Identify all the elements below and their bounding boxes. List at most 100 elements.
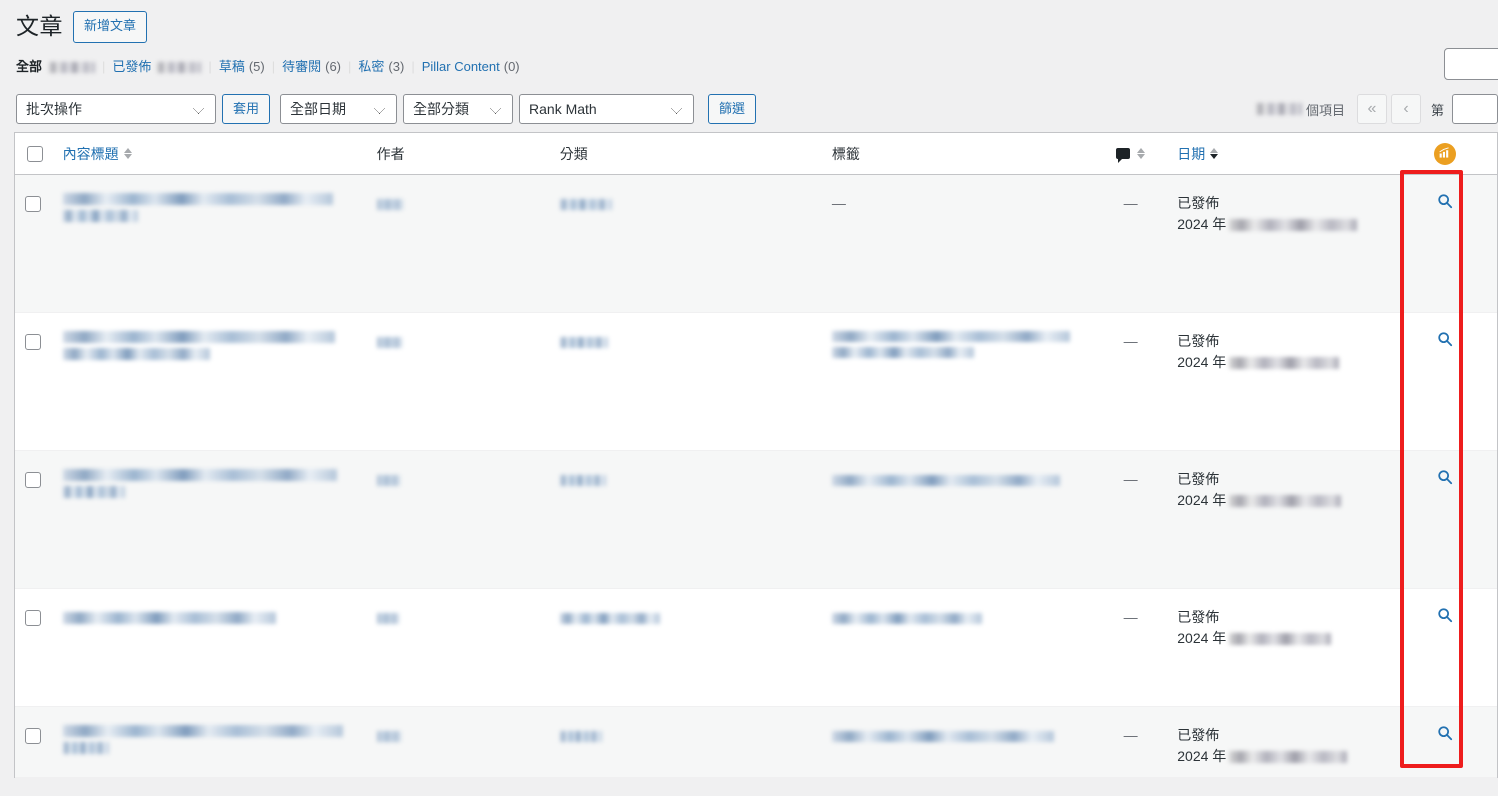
- status-link-pillar-content[interactable]: Pillar Content (0): [422, 54, 520, 80]
- post-title-redacted[interactable]: [62, 612, 276, 625]
- row-title-cell[interactable]: [52, 707, 367, 778]
- post-author-redacted: [376, 336, 402, 348]
- post-comments-count: —: [1123, 471, 1138, 487]
- status-separator: |: [208, 59, 212, 74]
- row-categories-cell[interactable]: [549, 313, 822, 451]
- table-row[interactable]: — 已發佈 2024 年: [15, 707, 1497, 778]
- select-all-checkbox[interactable]: [27, 146, 43, 163]
- column-header-tags: 標籤: [821, 133, 1095, 175]
- row-title-cell[interactable]: [52, 313, 367, 451]
- comment-bubble-icon: [1116, 147, 1131, 163]
- sort-by-comments-link[interactable]: [1116, 147, 1146, 163]
- row-select-cell: [15, 707, 53, 778]
- current-page-input[interactable]: [1452, 94, 1498, 124]
- row-rank-math-cell[interactable]: [1392, 707, 1497, 778]
- magnifier-icon[interactable]: [1437, 331, 1453, 353]
- row-tags-cell[interactable]: [821, 451, 1095, 589]
- row-select-checkbox[interactable]: [25, 728, 41, 745]
- post-date-prefix: 2024 年: [1177, 630, 1227, 646]
- row-title-cell[interactable]: [52, 589, 367, 707]
- magnifier-icon[interactable]: [1437, 469, 1453, 491]
- column-header-date[interactable]: 日期: [1167, 133, 1393, 175]
- row-categories-cell[interactable]: [549, 589, 822, 707]
- status-link-pending[interactable]: 待審閱 (6) |: [282, 54, 358, 80]
- sort-by-date-link[interactable]: 日期: [1177, 144, 1219, 164]
- post-tags-redacted: [831, 730, 1054, 742]
- post-title-redacted[interactable]: [62, 725, 357, 754]
- table-row[interactable]: — — 已發佈 2024 年: [15, 175, 1497, 313]
- row-categories-cell[interactable]: [549, 707, 822, 778]
- row-rank-math-cell[interactable]: [1392, 589, 1497, 707]
- table-header-row: 內容標題 作者 分類 標籤 日期: [15, 133, 1497, 175]
- post-date-line: 2024 年: [1177, 746, 1382, 767]
- row-rank-math-cell[interactable]: [1392, 451, 1497, 589]
- column-header-tags-label: 標籤: [831, 145, 860, 162]
- add-new-post-button[interactable]: 新增文章: [73, 11, 148, 43]
- row-title-cell[interactable]: [52, 451, 367, 589]
- column-header-categories-label: 分類: [559, 145, 588, 162]
- row-tags-cell[interactable]: [821, 589, 1095, 707]
- post-author-redacted: [376, 612, 399, 624]
- row-author-cell[interactable]: [366, 313, 550, 451]
- first-page-button[interactable]: «: [1356, 94, 1387, 124]
- row-select-cell: [15, 451, 53, 589]
- post-date-redacted: [1229, 218, 1358, 231]
- row-tags-cell[interactable]: [821, 313, 1095, 451]
- row-author-cell[interactable]: [366, 707, 550, 778]
- row-rank-math-cell[interactable]: [1392, 313, 1497, 451]
- row-author-cell[interactable]: [366, 589, 550, 707]
- bulk-actions-group: 批次操作 套用: [16, 94, 271, 124]
- apply-button[interactable]: 套用: [222, 94, 271, 124]
- column-header-comments[interactable]: [1094, 133, 1168, 175]
- post-title-redacted[interactable]: [62, 331, 357, 360]
- table-row[interactable]: — 已發佈 2024 年: [15, 313, 1497, 451]
- row-categories-cell[interactable]: [549, 175, 822, 313]
- post-author-redacted: [376, 198, 403, 210]
- post-date-redacted: [1229, 750, 1348, 763]
- post-tags-redacted[interactable]: [831, 331, 1084, 358]
- page-heading-row: 文章 新增文章: [0, 0, 1498, 44]
- status-link-published[interactable]: 已發佈 |: [112, 54, 218, 80]
- status-link-all[interactable]: 全部 |: [16, 54, 112, 80]
- row-comments-cell: —: [1094, 451, 1168, 589]
- magnifier-icon[interactable]: [1437, 193, 1453, 215]
- items-suffix: 個項目: [1305, 102, 1345, 118]
- rank-math-filter-select[interactable]: Rank Math: [519, 94, 695, 124]
- bulk-action-select[interactable]: 批次操作: [16, 94, 216, 124]
- status-link-private[interactable]: 私密 (3) |: [358, 54, 421, 80]
- magnifier-icon[interactable]: [1437, 607, 1453, 629]
- row-select-checkbox[interactable]: [25, 472, 41, 489]
- row-rank-math-cell[interactable]: [1392, 175, 1497, 313]
- post-tags-empty: —: [831, 195, 846, 211]
- post-categories-redacted: [559, 198, 612, 210]
- magnifier-icon[interactable]: [1437, 725, 1453, 747]
- table-row[interactable]: — 已發佈 2024 年: [15, 589, 1497, 707]
- post-date-redacted: [1229, 494, 1342, 507]
- post-comments-count: —: [1123, 727, 1138, 743]
- row-select-checkbox[interactable]: [25, 610, 41, 627]
- row-select-checkbox[interactable]: [25, 334, 41, 351]
- status-separator: |: [348, 59, 352, 74]
- table-body: — — 已發佈 2024 年 — 已發佈 2024 年 — 已發佈 2024 年…: [15, 175, 1497, 778]
- status-link-draft[interactable]: 草稿 (5) |: [219, 54, 282, 80]
- column-header-title[interactable]: 內容標題: [52, 133, 367, 175]
- sort-by-title-link[interactable]: 內容標題: [63, 144, 132, 164]
- status-count-pillar-content: (0): [503, 59, 520, 74]
- row-title-cell[interactable]: [52, 175, 367, 313]
- prev-page-button[interactable]: ‹: [1390, 94, 1421, 124]
- row-author-cell[interactable]: [366, 175, 550, 313]
- post-categories-redacted: [559, 730, 602, 742]
- row-tags-cell[interactable]: [821, 707, 1095, 778]
- row-author-cell[interactable]: [366, 451, 550, 589]
- category-filter-select[interactable]: 全部分類: [403, 94, 514, 124]
- posts-list-table: 內容標題 作者 分類 標籤 日期 — — 已發佈 2024 年 — 已發佈 20…: [14, 132, 1498, 778]
- date-filter-select[interactable]: 全部日期: [280, 94, 398, 124]
- select-all-header: [15, 133, 53, 175]
- row-select-checkbox[interactable]: [25, 196, 41, 213]
- row-categories-cell[interactable]: [549, 451, 822, 589]
- post-title-redacted[interactable]: [62, 469, 357, 498]
- post-title-redacted[interactable]: [62, 193, 357, 222]
- filter-button[interactable]: 篩選: [708, 94, 757, 124]
- search-input[interactable]: [1444, 48, 1498, 80]
- table-row[interactable]: — 已發佈 2024 年: [15, 451, 1497, 589]
